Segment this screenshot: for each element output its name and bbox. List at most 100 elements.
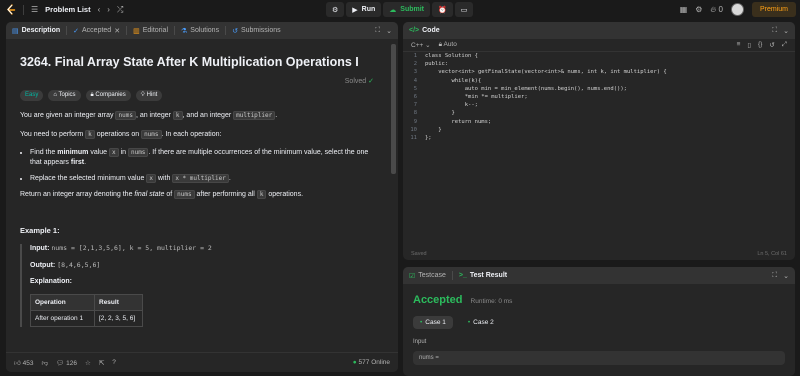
autosave-label: Auto: [443, 41, 457, 48]
timer-button[interactable]: ⏰: [432, 2, 453, 17]
comments-button[interactable]: 💬︎ 126: [56, 359, 77, 367]
code-text: };: [425, 134, 432, 141]
input-heading: Input: [413, 339, 427, 345]
maximize-icon[interactable]: ⛶: [772, 272, 777, 280]
scrollbar[interactable]: [391, 44, 396, 174]
expand-icon[interactable]: ⤢: [782, 41, 787, 49]
code-line: 6 *min *= multiplier;: [403, 93, 795, 101]
code-text: return nums;: [425, 118, 492, 125]
bookmark-icon[interactable]: ▯: [747, 41, 751, 49]
check-circle-icon: ✓: [368, 78, 374, 85]
explanation-table: Operation Result After operation 1 [2, 2…: [30, 294, 143, 327]
operation-steps: Find the minimum value x in nums. If the…: [20, 148, 374, 184]
solved-label: Solved: [344, 78, 367, 85]
tab-code[interactable]: </> Code: [409, 27, 440, 34]
braces-icon[interactable]: {}: [758, 41, 762, 49]
result-panel: ☑ Testcase >_ Test Result ⛶ ⌄ Accepted R…: [403, 267, 795, 376]
inline-code: nums: [127, 148, 149, 157]
inline-code: x * multiplier: [172, 174, 229, 183]
leetcode-logo-icon[interactable]: [6, 3, 16, 16]
tab-editorial[interactable]: ▥ Editorial: [133, 27, 168, 35]
hint-button[interactable]: 💡︎ Hint: [135, 90, 163, 101]
case-label: Case 1: [425, 319, 446, 326]
output-label: Output:: [30, 262, 56, 269]
list-item: Replace the selected minimum value x wit…: [30, 174, 374, 184]
top-bar: ☰ Problem List ‹ › ⤮ ⚙ ▶ Run ☁ Submit ⏰ ▭ …: [0, 0, 800, 19]
tab-test-result[interactable]: >_ Test Result: [459, 272, 507, 279]
text: Return an integer array denoting the: [20, 191, 135, 198]
maximize-icon[interactable]: ⛶: [772, 27, 777, 35]
inline-code: multiplier: [233, 111, 276, 120]
previous-problem-icon[interactable]: ‹: [98, 5, 101, 15]
terminal-icon: >_: [458, 272, 467, 279]
lightbulb-icon: 💡︎: [140, 92, 145, 98]
checkbox-icon: ☑: [409, 272, 416, 280]
fire-streak-icon[interactable]: 🔥︎ 0: [710, 5, 723, 15]
like-button[interactable]: 👍︎ 453: [14, 359, 33, 367]
description-paragraph: You are given an integer array nums, an …: [20, 111, 374, 121]
reset-icon[interactable]: ↺: [769, 41, 774, 49]
star-icon[interactable]: ☆: [85, 359, 91, 367]
code-editor[interactable]: 1 class Solution { 2 public: 3 vector<int>…: [403, 52, 795, 248]
run-button[interactable]: ▶ Run: [346, 2, 382, 17]
input-value: nums =: [419, 355, 439, 361]
topics-button[interactable]: ⌂ Topics: [48, 90, 81, 101]
premium-button[interactable]: Premium: [751, 2, 796, 17]
collapse-icon[interactable]: ⌄: [783, 272, 789, 280]
maximize-icon[interactable]: ⛶: [375, 27, 380, 35]
collapse-icon[interactable]: ⌄: [386, 27, 392, 35]
collapse-icon[interactable]: ⌄: [783, 27, 789, 35]
description-panel: ▤ Description ✓ Accepted ✕ ▥ Editorial ⚗…: [6, 22, 398, 372]
layout-icon[interactable]: ▦: [680, 5, 688, 15]
solved-badge: Solved ✓: [345, 77, 374, 85]
editor-status-bar: Saved Ln 5, Col 61: [411, 251, 787, 257]
tab-label: Description: [21, 27, 61, 34]
code-text: }: [425, 126, 442, 133]
format-icon[interactable]: ≡: [737, 41, 741, 49]
check-dot-icon: •: [420, 319, 423, 326]
close-icon[interactable]: ✕: [114, 27, 120, 35]
companies-button[interactable]: 🔒︎ Companies: [85, 90, 131, 101]
problem-title[interactable]: 3264. Final Array State After K Multipli…: [20, 55, 374, 69]
language-select[interactable]: C++ ⌄: [411, 41, 431, 49]
lock-icon: 🔒︎: [438, 41, 443, 48]
inline-code: x: [146, 174, 156, 183]
case-1-tab[interactable]: • Case 1: [413, 316, 453, 329]
tab-description[interactable]: ▤ Description: [12, 27, 60, 35]
code-text: }: [425, 110, 455, 117]
next-problem-icon[interactable]: ›: [107, 5, 110, 15]
notes-button[interactable]: ▭: [454, 2, 474, 17]
code-text: while(k){: [425, 77, 482, 84]
inline-code: k: [85, 130, 95, 139]
divider: [126, 26, 128, 35]
divider: [225, 26, 227, 35]
share-icon[interactable]: ⇱: [99, 359, 104, 367]
debug-button[interactable]: ⚙: [326, 2, 345, 17]
tab-solutions[interactable]: ⚗ Solutions: [181, 27, 219, 35]
tab-label: Accepted: [82, 27, 112, 34]
comment-icon: 💬︎: [56, 359, 65, 367]
chevron-down-icon: ⌄: [425, 42, 431, 49]
code-toolbar: C++ ⌄ 🔒︎ Auto ≡ ▯ {} ↺ ⤢: [403, 39, 795, 52]
tab-accepted[interactable]: ✓ Accepted ✕: [73, 27, 120, 35]
text: Find the: [30, 149, 58, 156]
help-icon[interactable]: ?: [112, 359, 116, 366]
case-2-tab[interactable]: • Case 2: [461, 316, 501, 329]
tab-submissions[interactable]: ↺ Submissions: [232, 27, 281, 35]
shuffle-icon[interactable]: ⤮: [117, 5, 123, 15]
code-panel: </> Code ⛶ ⌄ C++ ⌄ 🔒︎ Auto ≡ ▯ {} ↺ ⤢ 1 c…: [403, 22, 795, 260]
submit-button[interactable]: ☁ Submit: [383, 2, 431, 17]
problem-list-link[interactable]: Problem List: [45, 5, 90, 14]
saved-status: Saved: [411, 251, 427, 257]
tab-label: Submissions: [240, 27, 281, 34]
tab-testcase[interactable]: ☑ Testcase: [409, 272, 446, 280]
code-line: 10 }: [403, 126, 795, 134]
input-value-box: nums =: [413, 351, 785, 365]
bold-text: first: [70, 159, 85, 166]
code-actions: ≡ ▯ {} ↺ ⤢: [737, 41, 787, 49]
alarm-icon: ⏰: [438, 6, 447, 14]
dislike-icon[interactable]: 👎︎: [41, 359, 48, 367]
settings-icon[interactable]: ⚙: [695, 5, 702, 15]
list-icon[interactable]: ☰: [31, 5, 38, 15]
avatar[interactable]: [730, 3, 744, 16]
